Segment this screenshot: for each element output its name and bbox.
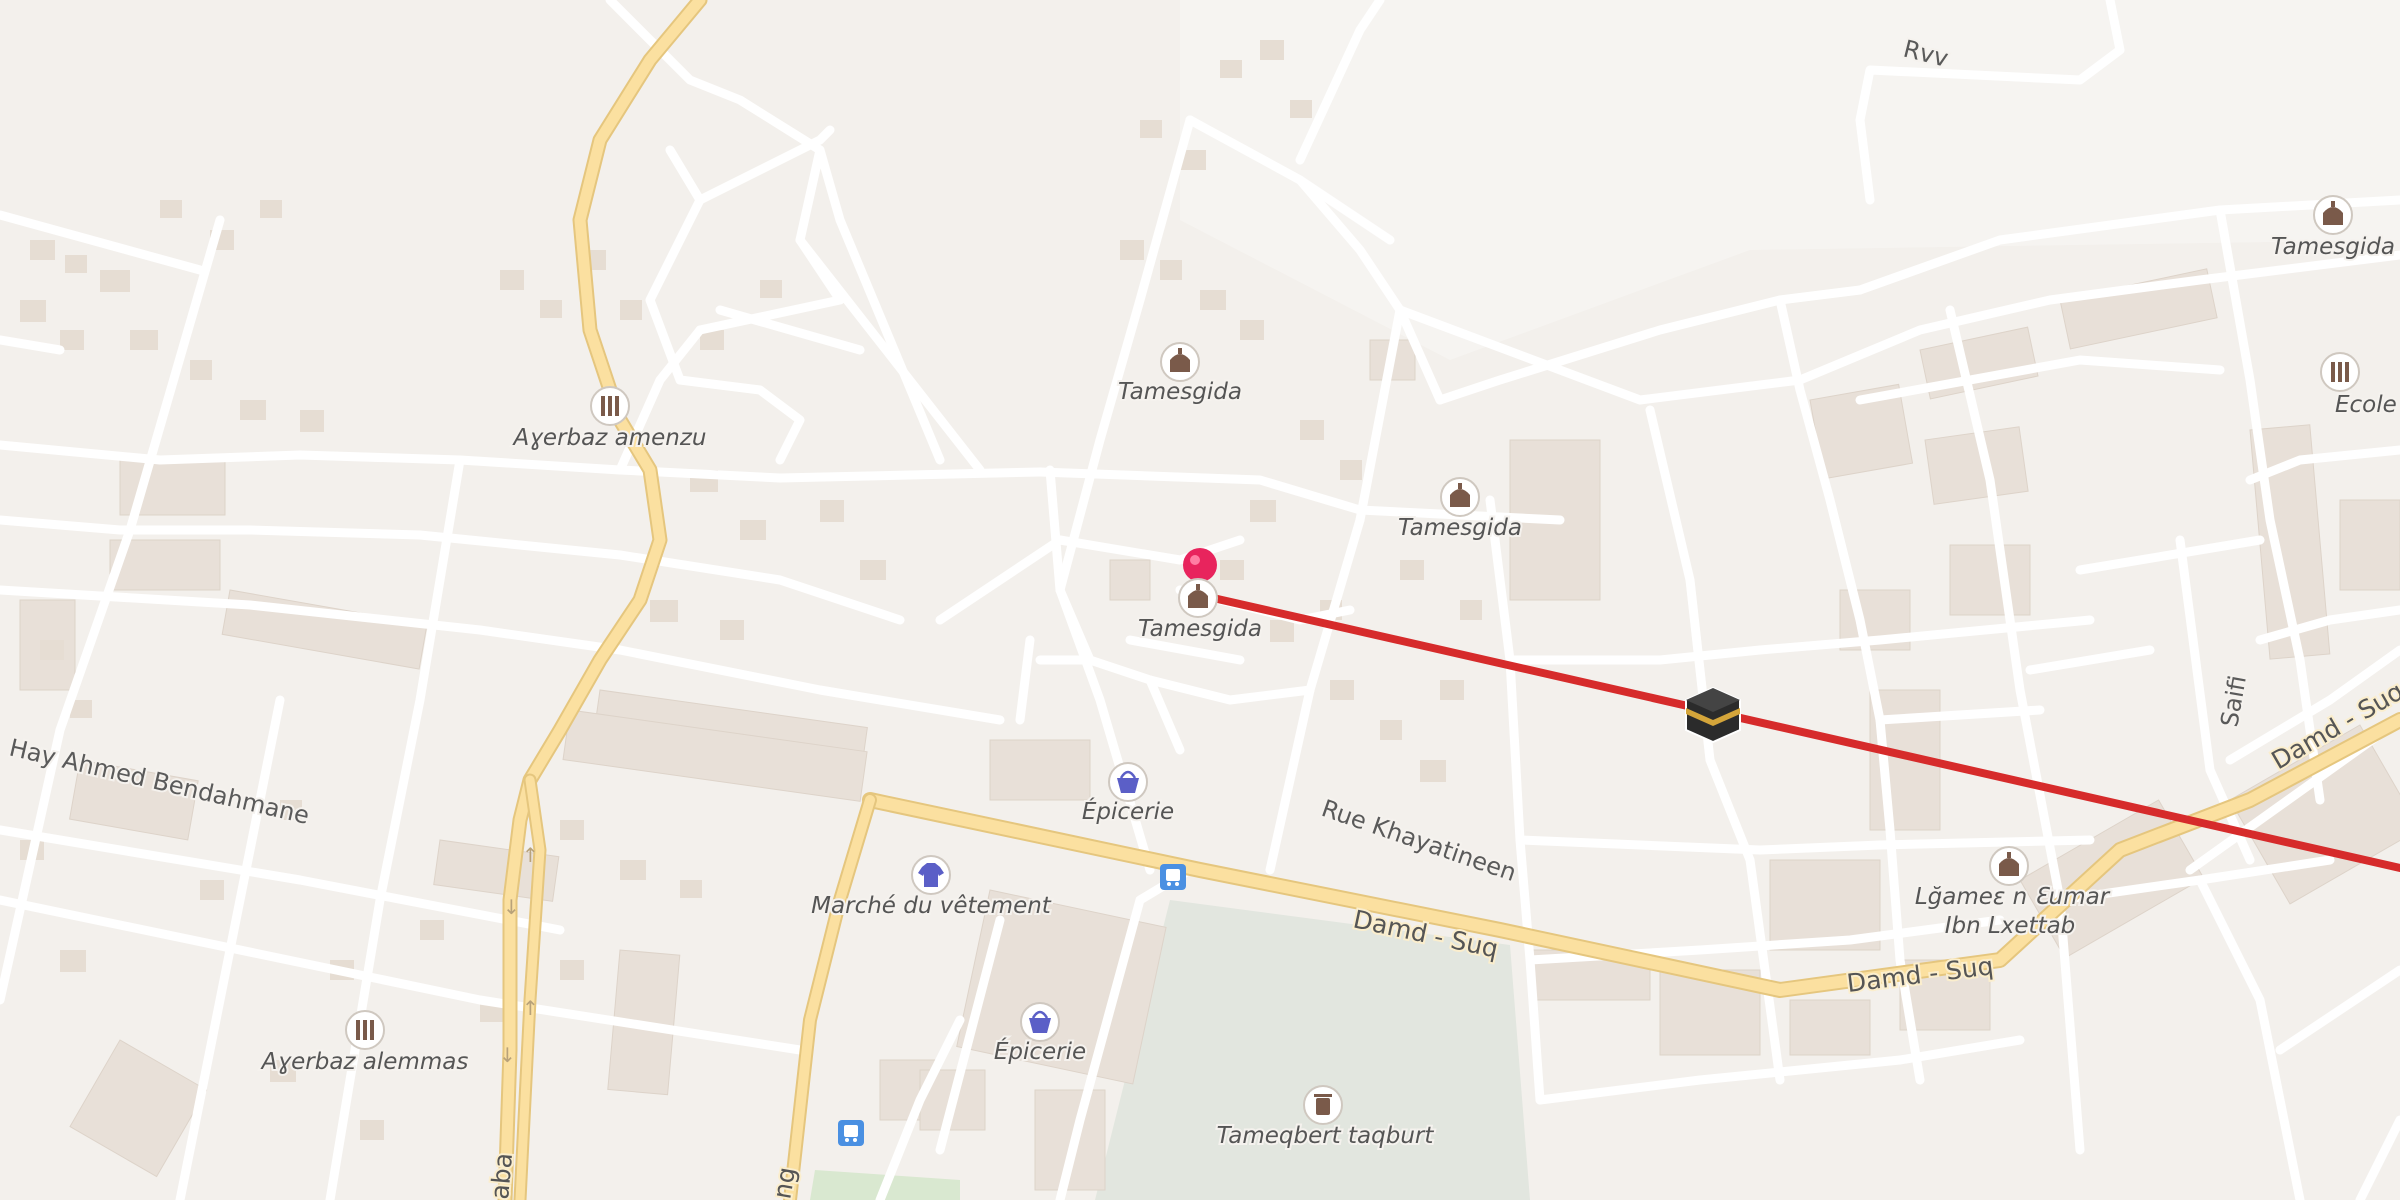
school-icon — [601, 396, 619, 416]
svg-text:↑: ↑ — [522, 996, 539, 1020]
street-label-bottom-vertical: ng — [767, 1165, 801, 1200]
poi-label: Tameqbert taqburt — [1217, 1123, 1435, 1149]
map-canvas[interactable]: ↑ ↓ ↑ ↓ Hay Ahmed Bendahmane Rue Khayati… — [0, 0, 2400, 1200]
svg-text:↓: ↓ — [503, 895, 520, 919]
svg-text:↓: ↓ — [499, 1043, 516, 1067]
poi-label-line1: Lğameε n Ɛumar — [1915, 884, 2111, 910]
poi-label: Épicerie — [1082, 797, 1174, 825]
poi-label: Tamesgida — [2271, 234, 2395, 260]
poi-label: Ecole Moyen — [2335, 392, 2400, 418]
pin-head — [1183, 548, 1217, 582]
bus-stop-2[interactable] — [838, 1120, 864, 1146]
poi-label: Marché du vêtement — [811, 893, 1052, 919]
svg-text:↑: ↑ — [522, 843, 539, 867]
poi-label-line2: Ibn Lxettab — [1945, 913, 2076, 939]
street-label-left-vertical: aba — [485, 1152, 518, 1200]
bus-stop-1[interactable] — [1160, 864, 1186, 890]
poi-label: Tamesgida — [1398, 515, 1522, 541]
poi-label: Aɣerbaz amenzu — [512, 425, 707, 451]
poi-label: Épicerie — [994, 1037, 1086, 1065]
poi-label: Tamesgida — [1138, 616, 1262, 642]
kaaba-marker[interactable] — [1685, 686, 1741, 744]
school-icon — [356, 1020, 374, 1040]
school-icon — [2331, 362, 2349, 382]
poi-label: Aɣerbaz alemmas — [260, 1049, 469, 1075]
poi-label: Tamesgida — [1118, 379, 1242, 405]
